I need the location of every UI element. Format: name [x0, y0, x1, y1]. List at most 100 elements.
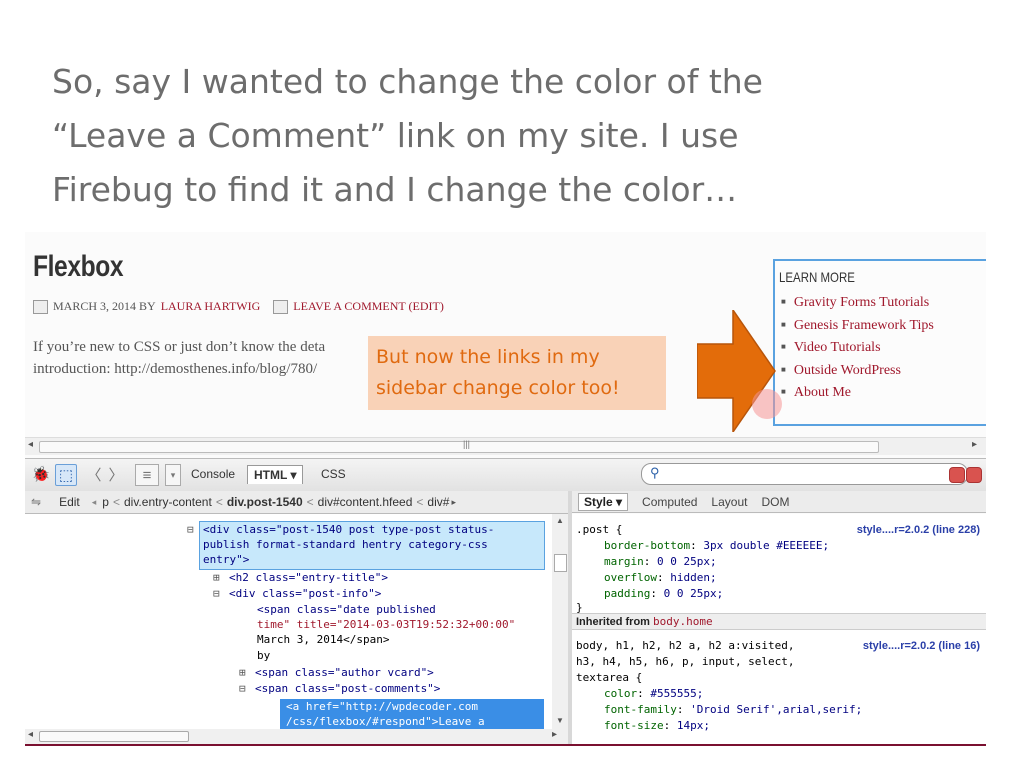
back-icon[interactable]: 〈 — [87, 464, 102, 484]
crumb-content-hfeed[interactable]: div#content.hfeed — [318, 495, 413, 509]
html-line[interactable]: publish format-standard hentry category-… — [203, 537, 488, 553]
slide-title-line-1: So, say I wanted to change the color of … — [52, 62, 763, 101]
dropdown-icon[interactable]: ▾ — [165, 464, 181, 486]
inherited-header: Inherited from body.home — [572, 613, 986, 630]
website-view: Flexbox MARCH 3, 2014 BY LAURA HARTWIG L… — [25, 232, 986, 437]
callout-line-1: But now the links in my — [376, 346, 600, 368]
tab-dom[interactable]: DOM — [761, 495, 789, 509]
css-selector[interactable]: body, h1, h2, h2 a, h2 a:visited, — [576, 638, 795, 654]
close-icon[interactable] — [966, 467, 982, 483]
split-icon[interactable]: ⇋ — [31, 495, 41, 509]
html-line[interactable]: <span class="post-comments"> — [255, 681, 440, 697]
collapse-icon[interactable]: ⊟ — [213, 586, 220, 602]
crumb-p[interactable]: p — [102, 495, 109, 509]
html-line[interactable]: <span class="author vcard"> — [255, 665, 434, 681]
crumb-div[interactable]: div# — [427, 495, 449, 509]
expand-icon[interactable]: ⊞ — [239, 665, 246, 681]
html-line[interactable]: March 3, 2014</span> — [257, 632, 389, 648]
scroll-down-icon[interactable]: ▼ — [556, 716, 564, 725]
crumb-entry-content[interactable]: div.entry-content — [124, 495, 212, 509]
breadcrumb: ⇋ Edit ◂ p < div.entry-content < div.pos… — [25, 491, 568, 514]
html-tree: ⊟ <div class="post-1540 post type-post s… — [25, 514, 552, 729]
edit-button[interactable]: Edit — [59, 495, 80, 509]
css-rules-panel: .post { style....r=2.0.2 (line 228) bord… — [572, 514, 986, 744]
post-title[interactable]: Flexbox — [33, 250, 124, 284]
css-source-link[interactable]: style....r=2.0.2 (line 16) — [863, 638, 980, 654]
post-date: MARCH 3, 2014 BY — [53, 299, 156, 313]
post-meta: MARCH 3, 2014 BY LAURA HARTWIG LEAVE A C… — [33, 299, 444, 314]
scroll-left-icon[interactable]: ◂ — [28, 439, 33, 450]
minimize-icon[interactable] — [949, 467, 965, 483]
tab-style[interactable]: Style ▾ — [578, 492, 629, 511]
sidebar-link-about[interactable]: About Me — [781, 381, 934, 404]
breadcrumb-right-icon[interactable]: ▸ — [451, 497, 456, 508]
side-panel-tabs: Style ▾ Computed Layout DOM — [572, 491, 986, 513]
sidebar-heading: LEARN MORE — [779, 269, 855, 285]
html-line[interactable]: <div class="post-info"> — [229, 586, 381, 602]
click-indicator — [752, 389, 782, 419]
slide-title-line-3: Firebug to find it and I change the colo… — [52, 170, 738, 209]
page-horizontal-scrollbar[interactable]: ◂ ||| ▸ — [25, 437, 986, 455]
comment-icon — [273, 299, 289, 314]
collapse-icon[interactable]: ⊟ — [239, 681, 246, 697]
html-line[interactable]: <span class="date published — [257, 602, 436, 618]
html-line[interactable]: time" title="2014-03-03T19:52:32+00:00" — [257, 617, 515, 633]
html-line[interactable]: <a href="http://wpdecoder.com — [286, 699, 478, 715]
css-declaration[interactable]: font-family: 'Droid Serif',arial,serif; — [604, 702, 862, 718]
leave-comment-link[interactable]: LEAVE A COMMENT (EDIT) — [293, 299, 444, 314]
scroll-grip-icon: ||| — [463, 439, 471, 449]
tab-console[interactable]: Console — [191, 467, 235, 481]
author-link[interactable]: LAURA HARTWIG — [161, 299, 261, 314]
css-declaration[interactable]: border-bottom: 3px double #EEEEEE; — [604, 538, 829, 554]
tab-computed[interactable]: Computed — [642, 495, 697, 509]
css-selector[interactable]: textarea { — [576, 670, 642, 686]
css-declaration[interactable]: overflow: hidden; — [604, 570, 717, 586]
css-declaration[interactable]: margin: 0 0 25px; — [604, 554, 717, 570]
selected-anchor-node[interactable]: <a href="http://wpdecoder.com /css/flexb… — [280, 699, 544, 729]
inspect-icon[interactable]: ⬚ — [55, 464, 77, 486]
browser-screenshot: Flexbox MARCH 3, 2014 BY LAURA HARTWIG L… — [25, 232, 986, 746]
callout-line-2: sidebar change color too! — [376, 377, 620, 399]
css-source-link[interactable]: style....r=2.0.2 (line 228) — [857, 522, 980, 538]
firebug-toolbar: 🐞 ⬚ 〈 〉 ≡ ▾ Console HTML ▾ CSS ⚲ — [25, 458, 986, 492]
sidebar-link-video[interactable]: Video Tutorials — [781, 336, 934, 359]
tab-layout[interactable]: Layout — [711, 495, 747, 509]
scroll-right-icon[interactable]: ▸ — [552, 729, 557, 740]
css-selector[interactable]: h3, h4, h5, h6, p, input, select, — [576, 654, 795, 670]
html-line[interactable]: <h2 class="entry-title"> — [229, 570, 388, 586]
html-line[interactable]: /css/flexbox/#respond">Leave a — [286, 714, 485, 729]
sidebar-link-genesis[interactable]: Genesis Framework Tips — [781, 314, 934, 337]
slide-title: So, say I wanted to change the color of … — [52, 55, 982, 217]
firebug-icon[interactable]: 🐞 — [31, 464, 51, 484]
slide-title-line-2: “Leave a Comment” link on my site. I use — [52, 116, 739, 155]
html-vertical-scrollbar[interactable]: ▲ ▼ — [552, 514, 568, 729]
sidebar-widget: LEARN MORE Gravity Forms Tutorials Genes… — [773, 259, 986, 426]
sidebar-link-gravity-forms[interactable]: Gravity Forms Tutorials — [781, 291, 934, 314]
breadcrumb-left-icon[interactable]: ◂ — [92, 497, 97, 508]
html-line: by — [257, 649, 271, 662]
sidebar-link-outside-wordpress[interactable]: Outside WordPress — [781, 359, 934, 382]
css-declaration[interactable]: color: #555555; — [604, 686, 703, 702]
sidebar-list: Gravity Forms Tutorials Genesis Framewor… — [781, 291, 934, 404]
tab-css[interactable]: CSS — [321, 467, 346, 481]
forward-icon[interactable]: 〉 — [109, 464, 124, 484]
search-icon: ⚲ — [650, 465, 660, 480]
scroll-right-icon[interactable]: ▸ — [972, 439, 977, 450]
collapse-icon[interactable]: ⊟ — [187, 522, 194, 538]
css-declaration[interactable]: font-size: 14px; — [604, 718, 710, 734]
inherited-from-link[interactable]: body.home — [653, 615, 713, 628]
scroll-left-icon[interactable]: ◂ — [28, 729, 33, 740]
menu-icon[interactable]: ≡ — [135, 464, 159, 486]
css-declaration[interactable]: padding: 0 0 25px; — [604, 586, 723, 602]
firebug-search-input[interactable]: ⚲ — [641, 463, 968, 485]
html-horizontal-scrollbar[interactable]: ◂ ▸ — [25, 729, 568, 744]
tab-html[interactable]: HTML ▾ — [247, 465, 304, 484]
calendar-icon — [33, 299, 48, 314]
expand-icon[interactable]: ⊞ — [213, 570, 220, 586]
crumb-post-1540[interactable]: div.post-1540 — [227, 495, 303, 509]
css-selector[interactable]: .post { — [576, 522, 622, 538]
scroll-up-icon[interactable]: ▲ — [556, 516, 564, 525]
annotation-callout: But now the links in my sidebar change c… — [368, 336, 666, 410]
html-line[interactable]: <div class="post-1540 post type-post sta… — [203, 522, 494, 538]
html-line[interactable]: entry"> — [203, 552, 249, 568]
